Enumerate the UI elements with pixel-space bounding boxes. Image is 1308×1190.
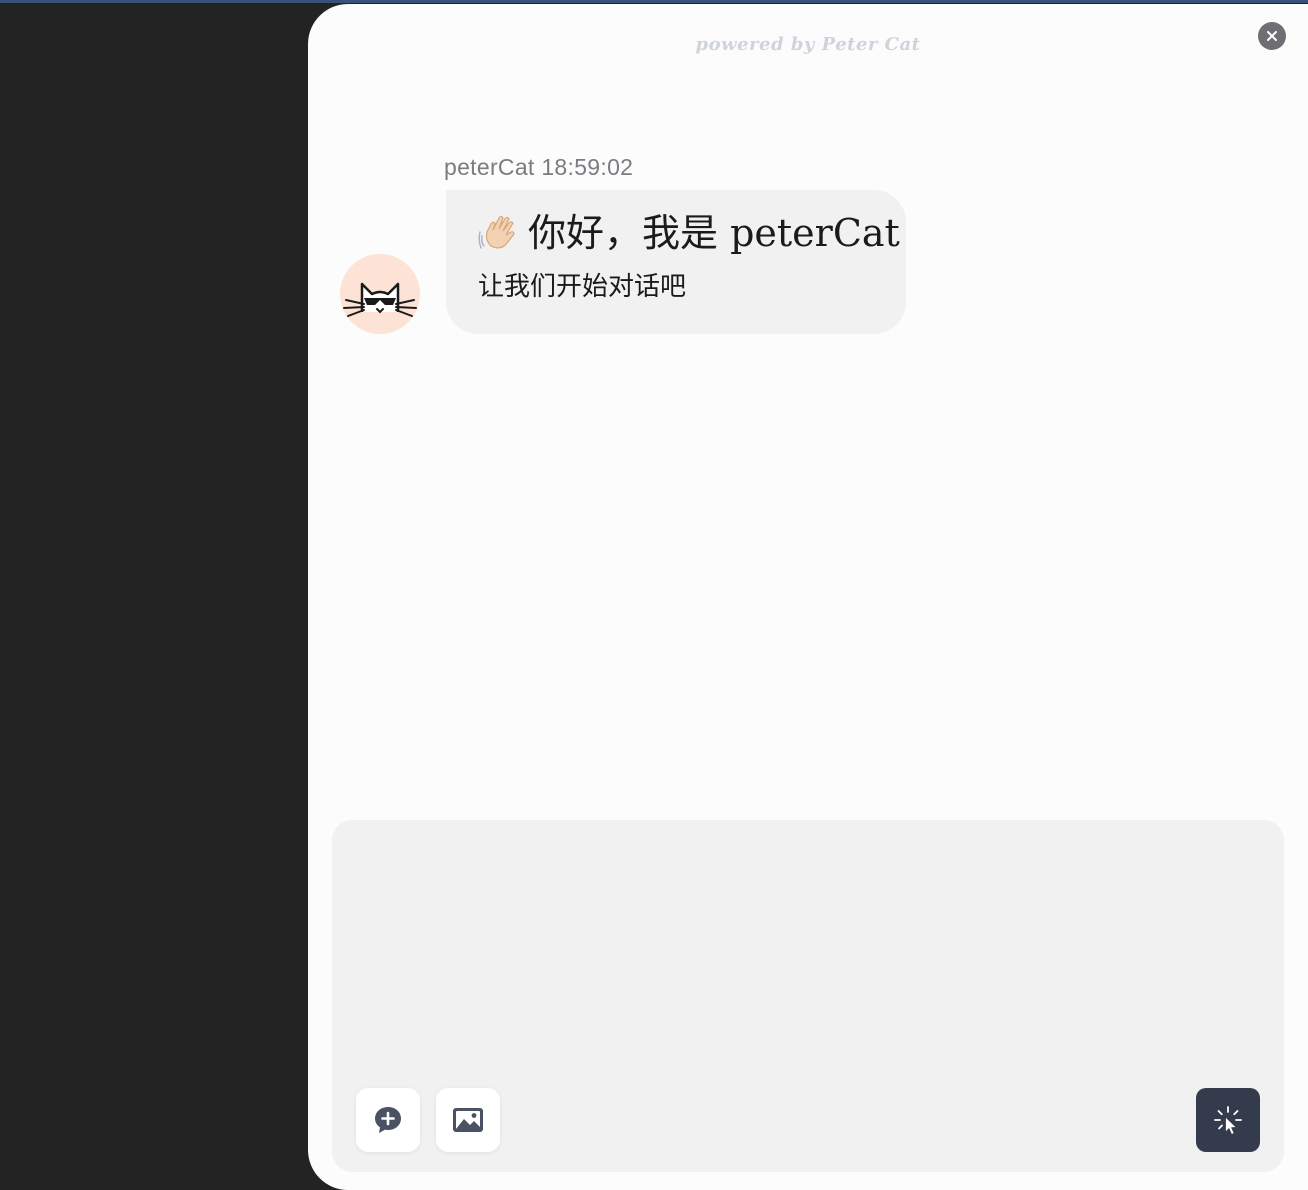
message-bubble: 你好，我是 peterCat 让我们开始对话吧 xyxy=(446,190,906,334)
chat-plus-icon xyxy=(375,1107,401,1133)
cat-avatar-icon xyxy=(340,254,420,334)
message-time: 18:59:02 xyxy=(541,154,634,180)
avatar xyxy=(340,254,420,334)
greeting-line: 你好，我是 peterCat xyxy=(478,208,906,258)
close-icon xyxy=(1267,31,1277,41)
image-upload-button[interactable] xyxy=(436,1088,500,1152)
close-button[interactable] xyxy=(1258,22,1286,50)
message-input[interactable] xyxy=(356,844,1260,1064)
chat-panel: powered by Peter Cat peterCat 18:59:02 你… xyxy=(308,4,1308,1190)
composer xyxy=(332,820,1284,1172)
pointer-click-icon xyxy=(1214,1106,1242,1135)
message-meta: peterCat 18:59:02 xyxy=(444,154,633,181)
greeting-subtitle: 让我们开始对话吧 xyxy=(478,272,687,302)
powered-by-label: powered by Peter Cat xyxy=(695,34,921,55)
page-backdrop[interactable] xyxy=(0,3,308,1190)
send-button[interactable] xyxy=(1196,1088,1260,1152)
message-sender: peterCat xyxy=(444,154,535,180)
greeting-text: 你好，我是 peterCat xyxy=(528,211,900,255)
waving-hand-emoji xyxy=(478,215,515,249)
new-chat-button[interactable] xyxy=(356,1088,420,1152)
image-icon xyxy=(453,1108,483,1132)
